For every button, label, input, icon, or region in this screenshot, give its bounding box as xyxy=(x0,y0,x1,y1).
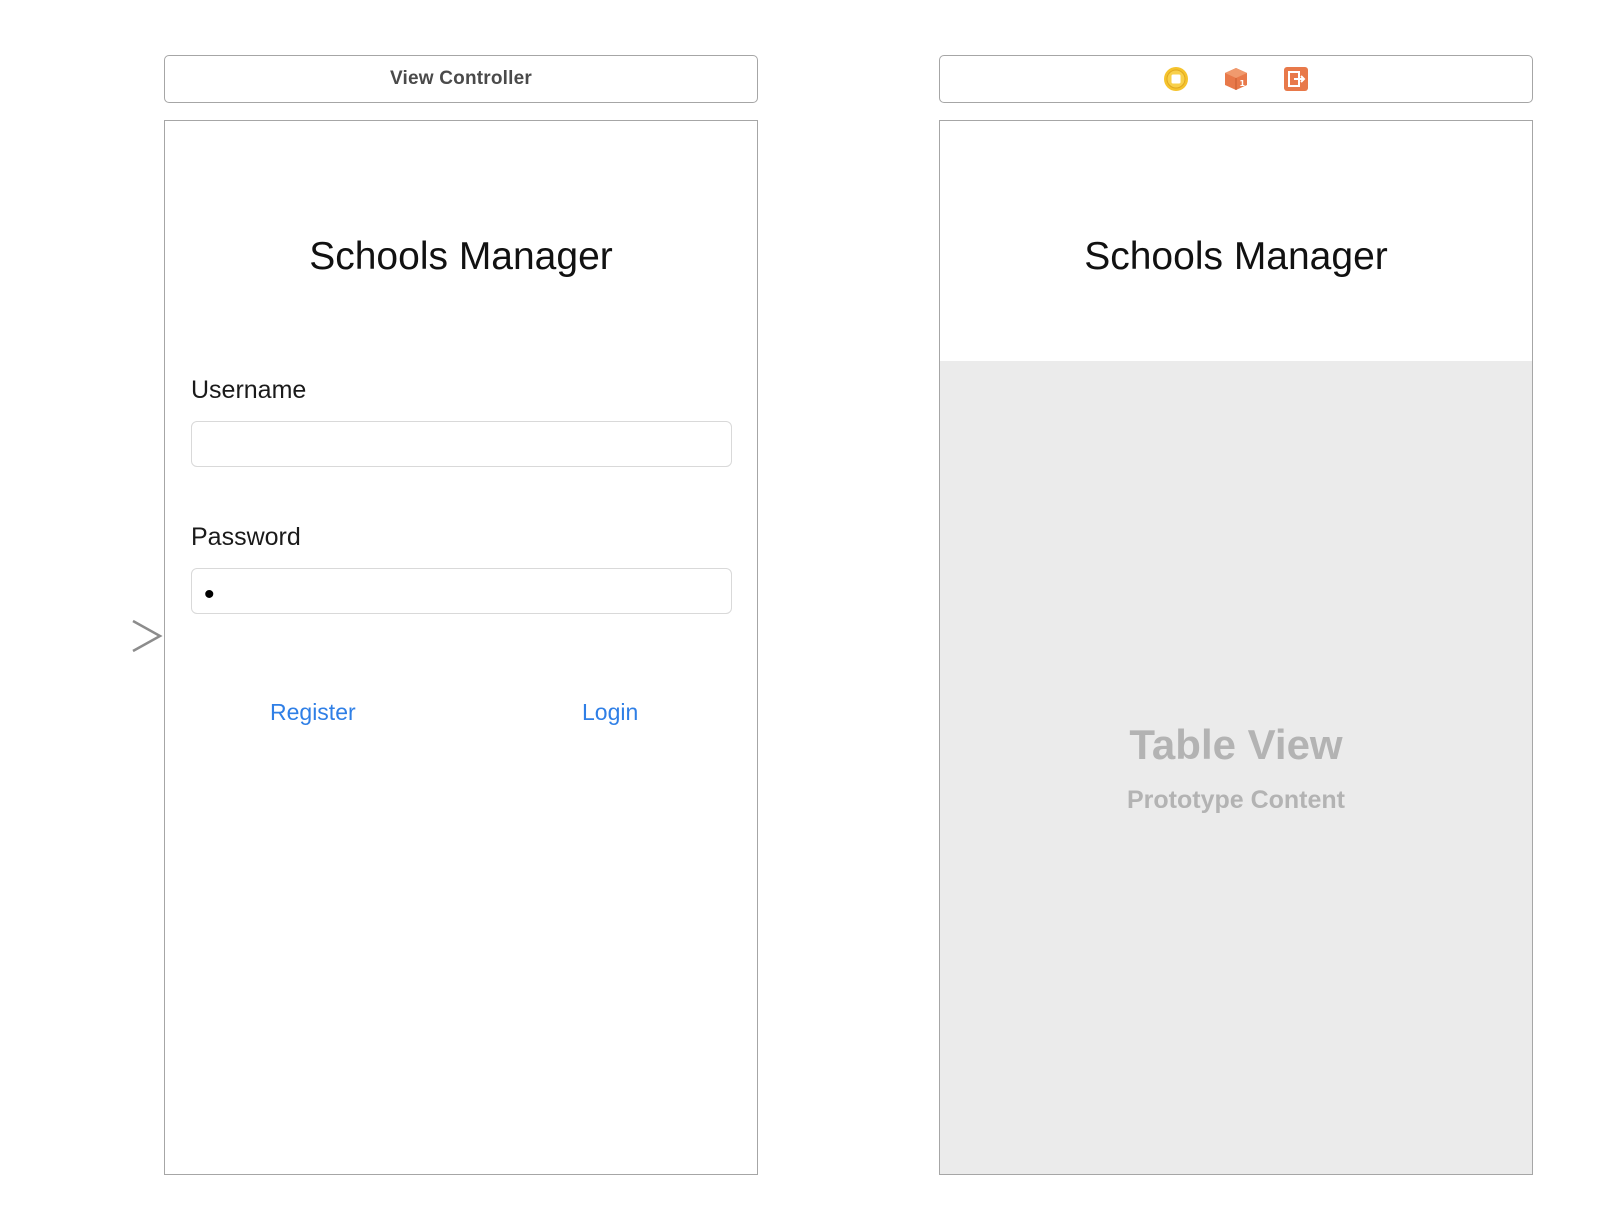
register-button[interactable]: Register xyxy=(270,699,356,726)
view-controller-scene-bar[interactable]: View Controller xyxy=(164,55,758,103)
storyboard-canvas: View Controller Schools Manager Username… xyxy=(0,0,1600,1211)
table-scene-bar[interactable]: 1 xyxy=(939,55,1533,103)
view-controller-icon[interactable] xyxy=(1163,66,1189,92)
app-title: Schools Manager xyxy=(1084,235,1388,278)
table-view-subtitle: Prototype Content xyxy=(1126,786,1346,814)
first-responder-icon[interactable]: 1 xyxy=(1223,66,1249,92)
password-field[interactable]: • xyxy=(191,568,732,614)
password-label: Password xyxy=(191,523,301,551)
username-field[interactable] xyxy=(191,421,732,467)
svg-text:1: 1 xyxy=(1240,79,1246,88)
table-view-title: Table View xyxy=(1129,721,1343,768)
login-scene[interactable]: Schools Manager Username Password • Regi… xyxy=(164,120,758,1175)
table-view[interactable]: Table View Prototype Content xyxy=(940,361,1532,1174)
username-label: Username xyxy=(191,376,307,404)
exit-icon[interactable] xyxy=(1283,66,1309,92)
scene-dock-icons: 1 xyxy=(1163,66,1309,92)
login-button[interactable]: Login xyxy=(582,699,638,726)
arrow-right-icon[interactable] xyxy=(8,619,164,653)
password-value: • xyxy=(204,578,215,611)
table-scene[interactable]: Schools Manager Table View Prototype Con… xyxy=(939,120,1533,1175)
scene-title: View Controller xyxy=(389,68,532,89)
app-title: Schools Manager xyxy=(309,235,613,278)
